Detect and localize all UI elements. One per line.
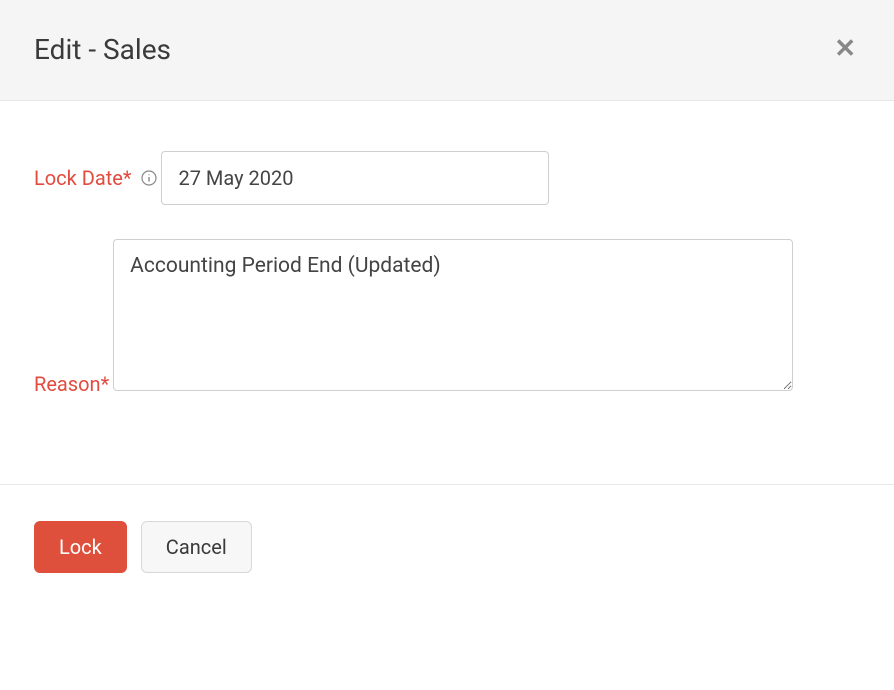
lock-date-input[interactable] [161, 151, 549, 205]
reason-textarea[interactable] [113, 239, 793, 391]
dialog-header: Edit - Sales ✕ [0, 0, 894, 101]
reason-label-text: Reason* [34, 372, 109, 396]
lock-date-field-group: Lock Date* [34, 151, 860, 205]
lock-button[interactable]: Lock [34, 521, 127, 573]
dialog-body: Lock Date* Reason* [0, 101, 894, 484]
dialog-title: Edit - Sales [34, 33, 171, 66]
lock-date-label-text: Lock Date* [34, 166, 132, 190]
dialog-footer: Lock Cancel [0, 484, 894, 609]
info-icon[interactable] [140, 169, 158, 187]
reason-field-group: Reason* [34, 239, 860, 410]
reason-label: Reason* [34, 372, 109, 396]
cancel-button[interactable]: Cancel [141, 521, 252, 573]
close-icon[interactable]: ✕ [830, 32, 860, 66]
lock-date-label: Lock Date* [34, 166, 158, 190]
